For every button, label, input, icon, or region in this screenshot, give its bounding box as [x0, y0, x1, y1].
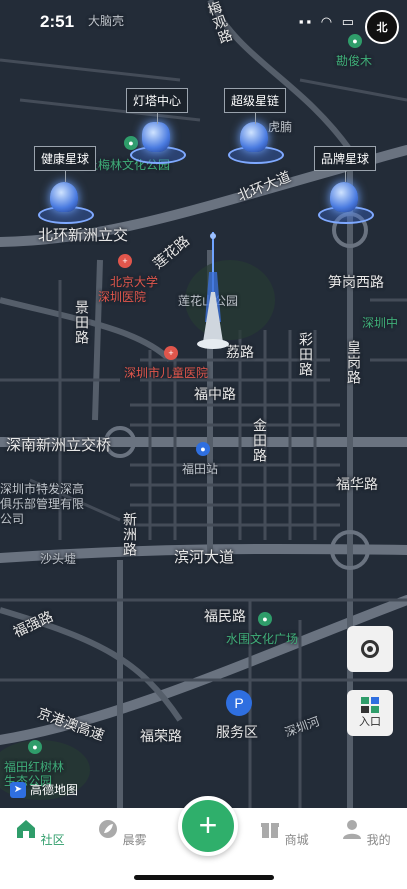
- label-shenzhen-hospital: 深圳医院: [98, 290, 147, 304]
- lighthouse-lotus-icon[interactable]: [130, 118, 186, 164]
- tag-brand-planet[interactable]: 品牌星球: [314, 146, 377, 182]
- label-sungang-west: 笋岗西路: [328, 274, 384, 290]
- tab-chenwu[interactable]: 晨雾: [92, 818, 152, 848]
- user-icon: [343, 820, 362, 839]
- tab-mine-label: 我的: [366, 833, 391, 847]
- home-icon: [17, 820, 36, 838]
- label-shennan-interchange: 深南新洲立交桥: [6, 437, 112, 454]
- label-jintian-road: 金田路: [252, 418, 268, 463]
- add-button[interactable]: +: [178, 796, 238, 856]
- label-shuiwei-plaza: 水围文化广场: [226, 632, 299, 646]
- tv-tower-icon[interactable]: [193, 232, 233, 360]
- entry-label: 入口: [359, 716, 381, 728]
- amap-logo-icon: ➤: [10, 781, 26, 798]
- label-fuhua-road: 福华路: [336, 476, 378, 492]
- label-beihuan-interchange: 北环新洲立交: [38, 227, 129, 244]
- compass-icon[interactable]: 北: [365, 10, 399, 44]
- tag-super-starlink[interactable]: 超级星链: [224, 88, 287, 124]
- label-fumin-road: 福民路: [204, 608, 246, 624]
- hospital-pin-icon[interactable]: +: [118, 254, 132, 268]
- health-planet-icon[interactable]: [38, 178, 94, 224]
- label-xinzhou-road: 新洲路: [122, 512, 138, 557]
- amap-logo: ➤ 高德地图: [10, 781, 78, 798]
- label-huanggang-road: 皇岗路: [346, 340, 362, 385]
- label-shenzhen-center: 深圳中: [362, 316, 399, 330]
- tab-chenwu-label: 晨雾: [122, 833, 147, 847]
- label-tefa-club: 深圳市特发深高俱乐部管理有限公司: [0, 482, 85, 526]
- leaf-icon: [99, 820, 118, 838]
- label-binhe-avenue: 滨河大道: [174, 549, 235, 566]
- status-bar: 2:51 ▪▪ ◠ ▭: [0, 0, 407, 44]
- tag-lighthouse-center[interactable]: 灯塔中心: [126, 88, 189, 124]
- label-furong-road: 福荣路: [140, 728, 182, 744]
- map-view[interactable]: 大脑壳 梅观路 勘俊木 虎腩 上梅林文化公园 北环大道 北环新洲立交 莲花路 北…: [0, 0, 407, 808]
- park-pin-icon[interactable]: ●: [258, 612, 272, 626]
- entry-icon: [361, 697, 379, 713]
- label-jingtian-road: 景田路: [74, 300, 90, 345]
- map-roads: [0, 0, 407, 808]
- label-fuzhong-road: 福中路: [194, 386, 236, 402]
- parking-pin-icon[interactable]: P: [226, 690, 252, 716]
- label-service-area: 服务区: [216, 724, 258, 740]
- locate-button[interactable]: [347, 626, 393, 672]
- brand-planet-icon[interactable]: [318, 178, 374, 224]
- tab-community[interactable]: 社区: [10, 818, 70, 848]
- home-indicator: [134, 875, 274, 880]
- label-futian-station: 福田站: [182, 462, 219, 476]
- entry-button[interactable]: 入口: [347, 690, 393, 736]
- station-pin-icon[interactable]: ●: [196, 442, 210, 456]
- label-childrens-hospital: 深圳市儿童医院: [124, 366, 209, 380]
- status-time: 2:51: [40, 12, 75, 31]
- tab-mall[interactable]: 商城: [254, 818, 314, 848]
- locate-icon: [361, 640, 379, 658]
- hospital-pin-icon[interactable]: +: [164, 346, 178, 360]
- amap-logo-text: 高德地图: [30, 783, 79, 797]
- park-pin-icon[interactable]: ●: [28, 740, 42, 754]
- gift-icon: [261, 823, 280, 838]
- label-kanjunmu: 勘俊木: [336, 54, 373, 68]
- tab-community-label: 社区: [40, 833, 65, 847]
- tab-mall-label: 商城: [284, 833, 309, 847]
- tag-health-planet[interactable]: 健康星球: [34, 146, 97, 182]
- status-icons: ▪▪ ◠ ▭: [298, 14, 357, 29]
- super-starlink-icon[interactable]: [228, 118, 284, 164]
- label-shatouxu: 沙头墟: [40, 552, 77, 566]
- label-caitian-road: 彩田路: [298, 332, 314, 377]
- tab-mine[interactable]: 我的: [336, 818, 396, 848]
